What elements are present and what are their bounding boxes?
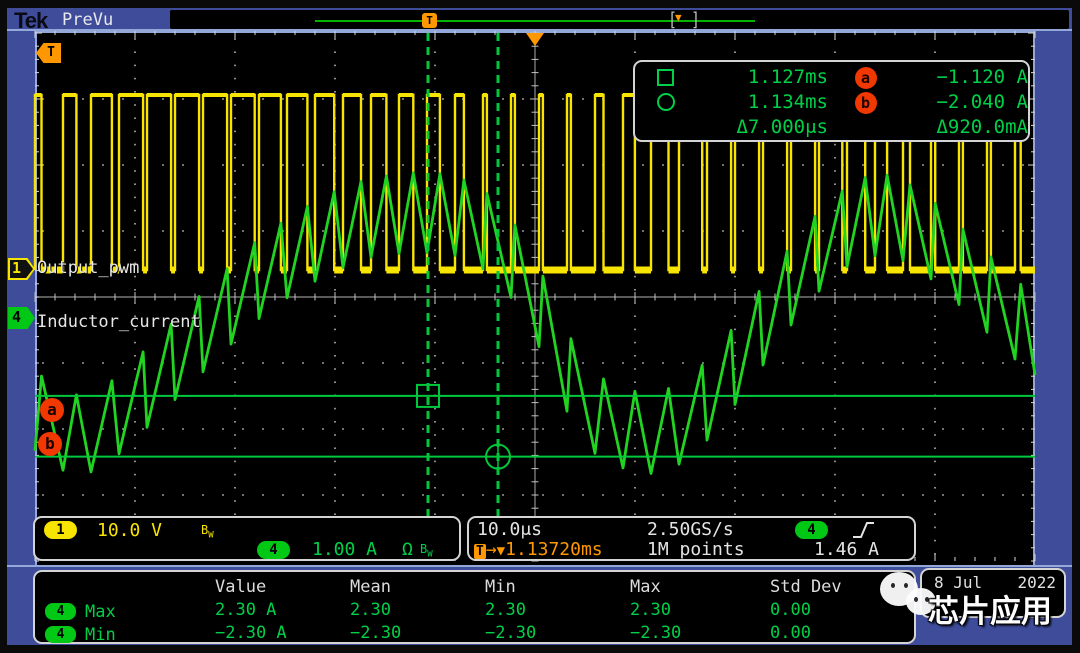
cursor-readout-panel: 1.127ms a −1.120 A 1.134ms b −2.040 A Δ7… [633,60,1030,142]
meas-header-mean: Mean [350,577,485,600]
sample-rate: 2.50GS/s [647,519,734,540]
cursor-a-value: −1.120 A [903,66,1028,91]
record-view-panel: T [ ▼ ] [170,10,1069,29]
meas-min-min: −2.30 [485,623,630,646]
cursor-b-circle-icon [657,93,675,111]
record-length: 1M points [647,539,745,560]
channel1-badge[interactable]: 1 [44,521,77,539]
channel1-bandwidth-icon: BW [201,523,214,540]
bottom-border [0,645,1080,653]
meas-row-max-badge: 4 [45,603,76,620]
meas-min-mean: −2.30 [350,623,485,646]
meas-min-stddev: 0.00 [770,623,914,646]
cursor-b-badge[interactable]: b [38,432,62,456]
horizontal-trigger-panel: 10.0μs 2.50GS/s 4 T→▼1.13720ms 1M points… [467,516,916,561]
trigger-marker-icon: ▼ [497,543,505,559]
record-view-line [315,20,755,22]
channel1-label: Output_pwm [37,258,139,278]
meas-min-value: −2.30 A [215,623,350,646]
timebase-scale[interactable]: 10.0μs [477,519,542,540]
cursor-b-time: 1.134ms [693,91,828,116]
trigger-level-readout[interactable]: 1.46 A [814,539,879,560]
acquisition-status: PreVu [62,10,113,30]
meas-max-value: 2.30 A [215,600,350,623]
channel4-label: Inductor_current [37,312,201,332]
meas-max-mean: 2.30 [350,600,485,623]
meas-max-max: 2.30 [630,600,770,623]
title-bar: Tek PreVu T [ ▼ ] [7,8,1072,31]
meas-header-min: Min [485,577,630,600]
graticule-top-divider [7,29,1072,31]
trigger-position-readout: T→▼1.13720ms [474,539,603,560]
cursor-delta-value: Δ920.0mA [903,116,1028,141]
channel4-zero-marker-label: 4 [12,308,21,326]
meas-row-min-label[interactable]: 4 Min [45,623,215,646]
meas-row-max-label[interactable]: 4 Max [45,600,215,623]
expand-point-icon: ▼ [675,11,682,24]
cursor-b-value: −2.040 A [903,91,1028,116]
graticule-bottom-divider [7,565,1072,567]
channel4-bandwidth-icon: BW [420,542,433,559]
meas-row-min-badge: 4 [45,626,76,643]
channel1-zero-marker-label: 1 [12,259,21,277]
watermark-text: 芯片应用 [928,586,1052,631]
channel4-badge[interactable]: 4 [257,541,290,559]
measurement-table: Value Mean Min Max Std Dev 4 Max 2.30 A … [33,570,916,644]
meas-header-value: Value [215,577,350,600]
record-trigger-marker[interactable]: T [422,13,437,28]
cursor-a-square-icon [657,69,674,86]
cursor-a-time: 1.127ms [693,66,828,91]
channel1-scale[interactable]: 10.0 V [97,520,162,541]
meas-header-max: Max [630,577,770,600]
channel4-coupling: Ω [402,539,413,560]
meas-min-max: −2.30 [630,623,770,646]
cursor-delta-time: Δ7.000μs [693,116,828,141]
cursor-a-value-badge: a [855,67,877,89]
window-bracket-right-icon[interactable]: ] [691,8,700,31]
cursor-a-badge[interactable]: a [40,398,64,422]
trigger-source-badge[interactable]: 4 [795,521,828,539]
cursor-b-value-badge: b [855,92,877,114]
meas-max-min: 2.30 [485,600,630,623]
channel4-scale[interactable]: 1.00 A [312,539,377,560]
channel-readout-panel: 1 10.0 V BW 4 1.00 A Ω BW [33,516,461,561]
oscilloscope-screen: Tek PreVu T [ ▼ ] 1 4 T Output_pwm Induc… [0,0,1080,653]
trigger-slope-rising-icon [849,519,877,541]
trigger-t-icon: T [474,544,486,559]
